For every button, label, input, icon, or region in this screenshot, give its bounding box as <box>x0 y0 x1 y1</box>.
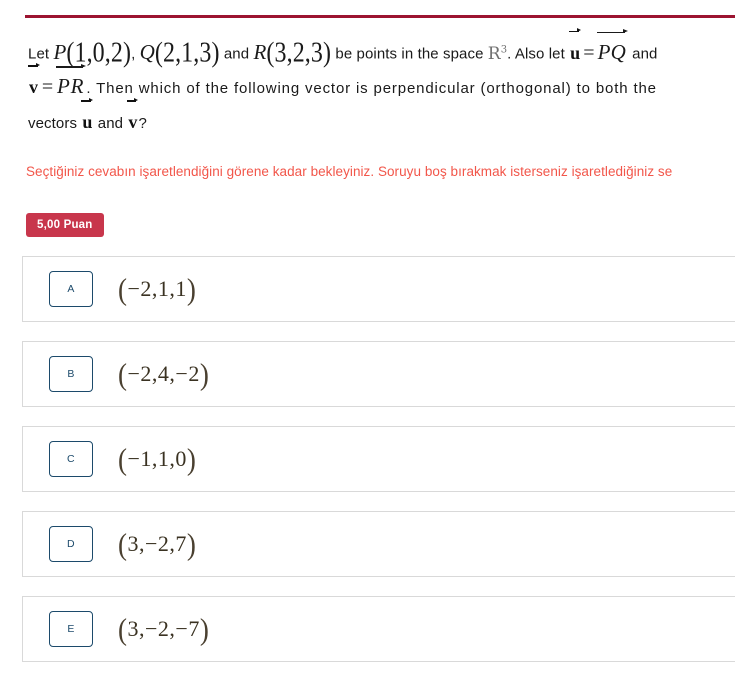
option-value-a: (−2,1,1) <box>118 271 197 306</box>
line1-tail-text: and <box>632 45 658 63</box>
vector-u-symbol-2: u <box>81 97 94 140</box>
point-p: P(1,0,2) <box>53 37 131 68</box>
header-divider-region <box>0 0 735 22</box>
option-value-b: (−2,4,−2) <box>118 356 210 391</box>
option-letter-box-e[interactable]: E <box>49 611 93 647</box>
point-r: R(3,2,3) <box>253 37 331 68</box>
question-line-3: vectors u and v? <box>28 97 728 140</box>
option-value-d: (3,−2,7) <box>118 526 197 561</box>
point-r-coords: (3,2,3) <box>266 37 332 68</box>
also-let-text: . Also let <box>507 45 565 63</box>
segment-pr-symbol: PR <box>56 63 87 104</box>
real-space-exponent: 3 <box>500 44 508 55</box>
separator-comma: , <box>131 45 136 63</box>
conjunction-and-1: and <box>223 45 250 63</box>
equals-sign-2: = <box>41 76 54 98</box>
point-q: Q(2,1,3) <box>140 37 220 68</box>
segment-pq-symbol: PQ <box>596 29 629 70</box>
equals-sign-1: = <box>583 41 595 64</box>
question-lead-text: Let <box>28 45 50 63</box>
vector-u-symbol: u <box>569 28 582 71</box>
answer-option-c[interactable]: C (−1,1,0) <box>22 426 735 492</box>
option-value-e: (3,−2,−7) <box>118 611 210 646</box>
header-divider <box>25 15 735 18</box>
point-q-coords: (2,1,3) <box>154 37 220 68</box>
option-letter-c: C <box>67 453 75 465</box>
answer-option-e[interactable]: E (3,−2,−7) <box>22 596 735 662</box>
line2-text: . Then which of the following vector is … <box>86 80 657 97</box>
option-letter-box-b[interactable]: B <box>49 356 93 392</box>
option-letter-b: B <box>67 368 75 380</box>
question-mark: ? <box>138 115 147 132</box>
question-stem: Let P(1,0,2), Q(2,1,3) and R(3,2,3) be p… <box>28 28 728 140</box>
answer-options-list: A (−2,1,1) B (−2,4,−2) C (−1,1,0) D (3,−… <box>22 256 735 681</box>
vector-v-symbol-2: v <box>127 97 139 140</box>
selection-warning-text: Seçtiğiniz cevabın işaretlendiğini gören… <box>26 164 673 179</box>
option-value-c: (−1,1,0) <box>118 441 197 476</box>
vectors-label: vectors <box>28 115 78 132</box>
option-letter-box-c[interactable]: C <box>49 441 93 477</box>
conjunction-and-2: and <box>97 115 124 132</box>
real-space-symbol: R3 <box>487 43 508 64</box>
answer-option-a[interactable]: A (−2,1,1) <box>22 256 735 322</box>
vector-v-symbol: v <box>28 62 40 105</box>
question-line-2: v = PR. Then which of the following vector… <box>28 62 728 105</box>
space-phrase: be points in the space <box>335 45 484 63</box>
option-letter-box-d[interactable]: D <box>49 526 93 562</box>
answer-option-d[interactable]: D (3,−2,7) <box>22 511 735 577</box>
option-letter-a: A <box>67 283 75 295</box>
option-letter-e: E <box>67 623 75 635</box>
answer-option-b[interactable]: B (−2,4,−2) <box>22 341 735 407</box>
points-badge: 5,00 Puan <box>26 213 104 237</box>
question-line-1: Let P(1,0,2), Q(2,1,3) and R(3,2,3) be p… <box>28 28 728 71</box>
option-letter-d: D <box>67 538 75 550</box>
option-letter-box-a[interactable]: A <box>49 271 93 307</box>
